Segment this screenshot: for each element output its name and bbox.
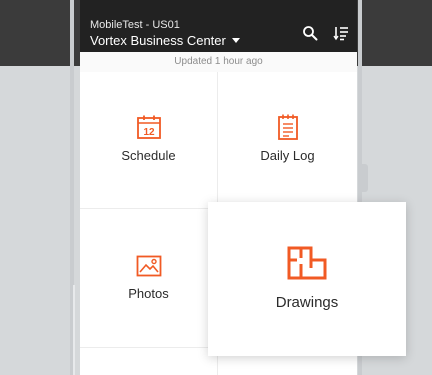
tile-drawings[interactable]: Drawings bbox=[208, 202, 406, 356]
photo-icon bbox=[136, 255, 161, 277]
project-code: MobileTest - US01 bbox=[90, 19, 180, 31]
tile-photos-label: Photos bbox=[128, 286, 169, 301]
device-rail bbox=[73, 285, 75, 375]
tile-photos[interactable]: Photos bbox=[80, 209, 217, 347]
floorplan-icon bbox=[287, 246, 327, 280]
calendar-day: 12 bbox=[143, 127, 155, 138]
sort-icon[interactable] bbox=[333, 25, 349, 41]
device-side-button bbox=[362, 164, 368, 192]
caret-down-icon bbox=[231, 38, 240, 43]
notebook-icon bbox=[277, 114, 298, 140]
tile-schedule[interactable]: 12 Schedule bbox=[80, 72, 217, 208]
calendar-icon: 12 bbox=[136, 115, 161, 139]
tile-daily-log-label: Daily Log bbox=[260, 148, 315, 163]
project-name: Vortex Business Center bbox=[90, 33, 226, 48]
tile-daily-log[interactable]: Daily Log bbox=[218, 72, 357, 208]
last-updated-text: Updated 1 hour ago bbox=[80, 52, 357, 72]
tile-drawings-label: Drawings bbox=[275, 294, 339, 311]
project-selector[interactable]: Vortex Business Center bbox=[90, 33, 240, 48]
tile-schedule-label: Schedule bbox=[121, 148, 176, 163]
app-header: MobileTest - US01 Vortex Business Center bbox=[80, 0, 357, 52]
search-icon[interactable] bbox=[302, 25, 318, 41]
